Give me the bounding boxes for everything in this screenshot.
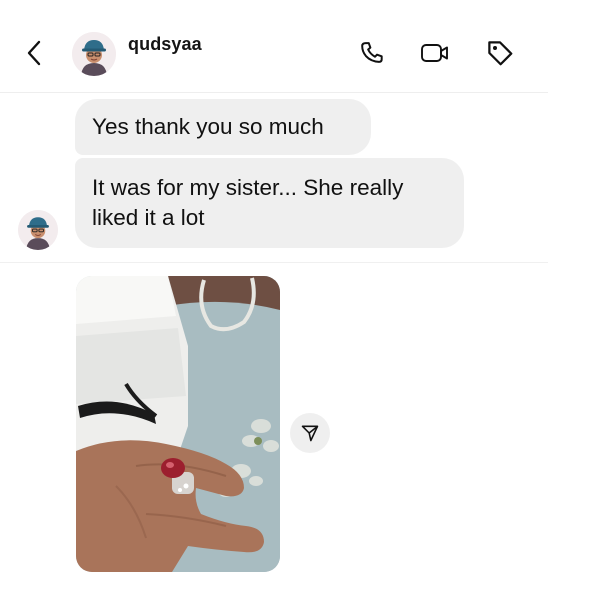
phone-icon [361,42,383,63]
avatar[interactable] [72,32,116,76]
send-icon [301,425,319,442]
bitmoji-avatar-icon [18,210,58,250]
ring-photo [76,276,280,572]
bitmoji-avatar-icon [72,32,116,76]
back-button[interactable] [20,38,48,68]
message-bubble[interactable]: Yes thank you so much [75,99,371,155]
voice-call-button[interactable] [357,38,387,68]
video-call-button[interactable] [420,38,450,68]
tag-icon [488,41,513,66]
message-bubble[interactable]: It was for my sister... She really liked… [75,158,464,248]
sender-avatar[interactable] [18,210,58,250]
back-chevron-icon [27,40,41,66]
media-photo[interactable] [76,276,280,572]
chat-username[interactable]: qudsyaa [128,34,202,55]
video-camera-icon [421,44,448,62]
tag-button[interactable] [485,38,515,68]
chat-header: qudsyaa [0,0,548,93]
divider [0,262,548,263]
share-button[interactable] [290,413,330,453]
